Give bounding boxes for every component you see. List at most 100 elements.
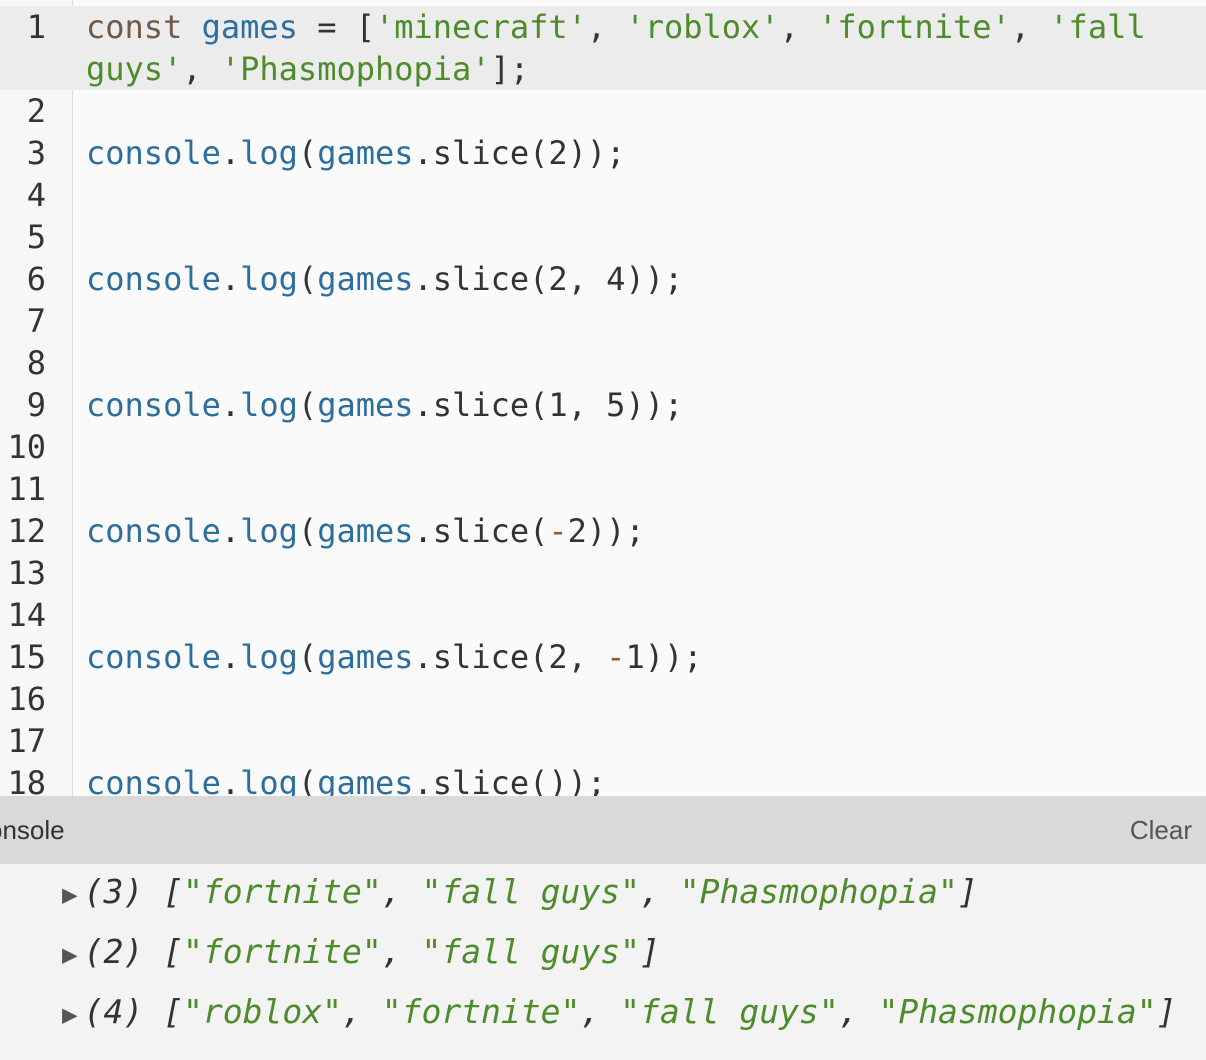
expand-triangle-icon[interactable]: ▶ bbox=[62, 1000, 78, 1030]
code-line[interactable]: 14 bbox=[0, 594, 1206, 636]
code-line[interactable]: 7 bbox=[0, 300, 1206, 342]
code-token: = [ bbox=[297, 8, 375, 46]
code-line[interactable]: 17 bbox=[0, 720, 1206, 762]
code-token: , bbox=[1010, 8, 1050, 46]
code-area[interactable]: 1 const games = ['minecraft', 'roblox', '… bbox=[0, 6, 1206, 796]
line-number: 10 bbox=[7, 428, 46, 466]
expand-triangle-icon[interactable]: ▶ bbox=[62, 880, 78, 910]
code-text: console.log(games.slice(2, 4)); bbox=[86, 258, 1186, 300]
array-item: "fall guys" bbox=[421, 872, 640, 911]
code-token: . bbox=[220, 260, 241, 298]
line-number: 7 bbox=[26, 302, 46, 340]
code-text: console.log(games.slice()); bbox=[86, 762, 1186, 796]
line-number: 16 bbox=[7, 680, 46, 718]
code-line[interactable]: 6 console.log(games.slice(2, 4)); bbox=[0, 258, 1206, 300]
code-token: 'Phasmophopia' bbox=[220, 50, 491, 88]
code-text: console.log(games.slice(2)); bbox=[86, 132, 1186, 174]
code-token: . bbox=[220, 134, 241, 172]
line-number: 5 bbox=[26, 218, 46, 256]
array-item: "fortnite" bbox=[183, 872, 382, 911]
code-line[interactable]: 8 bbox=[0, 342, 1206, 384]
code-token: ( bbox=[297, 638, 318, 676]
code-line[interactable]: 4 bbox=[0, 174, 1206, 216]
code-token: console bbox=[86, 386, 221, 424]
console-log-entry[interactable]: ▶ (2) ["fortnite", "fall guys"] bbox=[62, 932, 660, 992]
code-token: ]; bbox=[490, 50, 530, 88]
code-token: - bbox=[606, 638, 626, 676]
array-item: "roblox" bbox=[183, 992, 342, 1031]
line-number: 15 bbox=[7, 638, 46, 676]
line-number: 2 bbox=[26, 92, 46, 130]
line-number: 6 bbox=[26, 260, 46, 298]
code-token: ( bbox=[297, 764, 318, 796]
code-text: console.log(games.slice(1, 5)); bbox=[86, 384, 1186, 426]
array-item: "fortnite" bbox=[381, 992, 581, 1031]
code-token: ( bbox=[297, 512, 318, 550]
array-item: "Phasmophopia" bbox=[679, 872, 958, 911]
code-token: .slice( bbox=[413, 512, 549, 550]
code-line[interactable]: 5 bbox=[0, 216, 1206, 258]
code-editor[interactable]: 1 const games = ['minecraft', 'roblox', '… bbox=[0, 0, 1206, 796]
code-token: console bbox=[86, 260, 221, 298]
code-line[interactable]: 18 console.log(games.slice()); bbox=[0, 762, 1206, 796]
line-number: 3 bbox=[26, 134, 46, 172]
code-token: log bbox=[240, 386, 298, 424]
console-header: onsole Clear bbox=[0, 796, 1206, 864]
line-number: 17 bbox=[7, 722, 46, 760]
console-log-entry[interactable]: ▶ (4) ["roblox", "fortnite", "fall guys",… bbox=[62, 992, 1176, 1052]
line-number: 12 bbox=[7, 512, 46, 550]
code-line[interactable]: 15 console.log(games.slice(2, -1)); bbox=[0, 636, 1206, 678]
code-line[interactable]: 3 console.log(games.slice(2)); bbox=[0, 132, 1206, 174]
code-line[interactable]: 11 bbox=[0, 468, 1206, 510]
array-item: "fall guys" bbox=[620, 992, 839, 1031]
line-number: 4 bbox=[26, 176, 46, 214]
code-token: 2)); bbox=[567, 512, 645, 550]
code-text: console.log(games.slice(2, -1)); bbox=[86, 636, 1186, 678]
code-line[interactable]: 2 bbox=[0, 90, 1206, 132]
code-line[interactable]: 13 bbox=[0, 552, 1206, 594]
code-token: log bbox=[240, 764, 298, 796]
code-token: ( bbox=[297, 134, 318, 172]
code-token: games bbox=[317, 764, 414, 796]
code-token: const bbox=[86, 8, 202, 46]
code-token: . bbox=[220, 512, 241, 550]
line-number: 14 bbox=[7, 596, 46, 634]
code-token: , bbox=[586, 8, 626, 46]
code-line[interactable]: 1 const games = ['minecraft', 'roblox', '… bbox=[0, 6, 1206, 90]
code-token: games bbox=[317, 512, 414, 550]
code-token: , bbox=[182, 50, 221, 88]
console-output: ▶ (3) ["fortnite", "fall guys", "Phasmoph… bbox=[0, 864, 1206, 1060]
line-number: 18 bbox=[7, 764, 46, 796]
console-log-entry[interactable]: ▶ (3) ["fortnite", "fall guys", "Phasmoph… bbox=[62, 872, 978, 932]
code-token: games bbox=[317, 260, 414, 298]
code-token: log bbox=[240, 260, 298, 298]
expand-triangle-icon[interactable]: ▶ bbox=[62, 940, 78, 970]
code-line[interactable]: 10 bbox=[0, 426, 1206, 468]
code-line[interactable]: 16 bbox=[0, 678, 1206, 720]
array-item: "fortnite" bbox=[183, 932, 382, 971]
code-token: .slice(2)); bbox=[413, 134, 626, 172]
line-number: 8 bbox=[26, 344, 46, 382]
code-token: games bbox=[317, 386, 414, 424]
code-token: games bbox=[317, 638, 414, 676]
code-token: .slice(2, 4)); bbox=[413, 260, 684, 298]
code-token: ( bbox=[297, 386, 318, 424]
code-line[interactable]: 12 console.log(games.slice(-2)); bbox=[0, 510, 1206, 552]
line-number: 11 bbox=[7, 470, 46, 508]
code-text: const games = ['minecraft', 'roblox', 'f… bbox=[86, 6, 1186, 90]
code-line[interactable]: 9 console.log(games.slice(1, 5)); bbox=[0, 384, 1206, 426]
console-title: onsole bbox=[0, 815, 65, 845]
code-token: . bbox=[220, 386, 241, 424]
code-token: .slice(2, bbox=[413, 638, 607, 676]
code-token: 'fortnite' bbox=[818, 8, 1011, 46]
clear-button[interactable]: Clear bbox=[1130, 815, 1192, 846]
code-token: log bbox=[240, 512, 298, 550]
line-number: 1 bbox=[26, 8, 46, 46]
code-token: .slice(1, 5)); bbox=[413, 386, 684, 424]
array-length: (2) bbox=[83, 932, 144, 971]
code-token: console bbox=[86, 512, 221, 550]
code-text: console.log(games.slice(-2)); bbox=[86, 510, 1186, 552]
code-token: - bbox=[548, 512, 568, 550]
line-number: 9 bbox=[26, 386, 46, 424]
code-token: games bbox=[317, 134, 414, 172]
